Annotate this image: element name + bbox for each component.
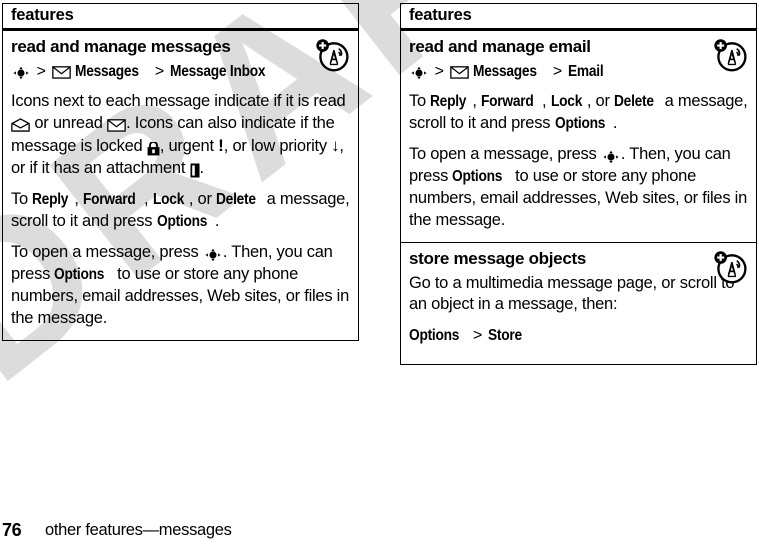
paragraph-reply-forward-email: To Reply, Forward, Lock, or Delete a mes… xyxy=(409,91,748,135)
ui-term-reply[interactable]: Reply xyxy=(32,189,68,210)
path-item-store[interactable]: Store xyxy=(488,326,522,347)
nav-key-icon xyxy=(409,65,429,81)
path-item-messages[interactable]: Messages xyxy=(75,62,139,83)
right-column: features A read and manage email > Messa… xyxy=(400,3,757,366)
page-footer: 76 other features—messages xyxy=(0,515,759,541)
attachment-icon xyxy=(190,163,200,178)
envelope-closed-icon xyxy=(107,118,126,132)
wireless-tower-badge-icon: A xyxy=(713,37,749,73)
nav-key-icon xyxy=(11,65,31,81)
features-table-right: features A read and manage email > Messa… xyxy=(400,3,757,366)
ui-term-options[interactable]: Options xyxy=(555,113,605,134)
path-item-email[interactable]: Email xyxy=(568,62,604,83)
path-separator-1: > xyxy=(434,62,444,80)
ui-term-forward[interactable]: Forward xyxy=(481,91,534,112)
ui-term-options[interactable]: Options xyxy=(157,211,207,232)
ui-term-lock[interactable]: Lock xyxy=(551,91,582,112)
paragraph-store-objects: Go to a multimedia message page, or scro… xyxy=(409,273,735,314)
menu-path-options-store: Options > Store xyxy=(409,325,748,347)
wireless-tower-badge-icon: A xyxy=(315,37,351,73)
paragraph-reply-forward: To Reply, Forward, Lock, or Delete a mes… xyxy=(11,189,350,233)
envelope-open-icon xyxy=(11,118,30,132)
path-item-message-inbox[interactable]: Message Inbox xyxy=(170,62,266,83)
envelope-icon xyxy=(51,65,71,79)
menu-path-email: > Messages > Email xyxy=(409,61,748,83)
page-number: 76 xyxy=(2,520,22,540)
path-separator-2: > xyxy=(154,62,165,80)
ui-term-options[interactable]: Options xyxy=(452,166,502,187)
table-header-left: features xyxy=(3,4,358,31)
table-header-right: features xyxy=(401,4,756,31)
svg-text:A: A xyxy=(330,52,339,65)
path-item-messages[interactable]: Messages xyxy=(473,62,537,83)
nav-key-icon xyxy=(601,149,621,165)
section-title: read and manage messages xyxy=(11,37,231,56)
arrow-down-icon: ↓ xyxy=(331,136,340,156)
path-item-options[interactable]: Options xyxy=(409,326,459,347)
ui-term-lock[interactable]: Lock xyxy=(153,189,184,210)
table-header-label: features xyxy=(11,6,74,24)
envelope-icon xyxy=(449,65,469,79)
lock-icon xyxy=(147,141,160,156)
paragraph-icons-explain: Icons next to each message indicate if i… xyxy=(11,92,346,178)
wireless-tower-badge-icon: A xyxy=(713,249,749,285)
nav-key-icon xyxy=(203,247,223,263)
section-read-manage-messages: A read and manage messages > Messages > … xyxy=(3,31,358,340)
ui-term-delete[interactable]: Delete xyxy=(614,91,654,112)
footer-title: other features—messages xyxy=(45,521,232,539)
section-read-manage-email: A read and manage email > Messages > Ema… xyxy=(401,31,756,242)
left-column: features A read and manage messages > Me… xyxy=(2,3,359,341)
paragraph-open-message-email: To open a message, press . Then, you can… xyxy=(409,145,748,230)
path-separator-1: > xyxy=(36,62,46,80)
svg-text:A: A xyxy=(728,264,737,277)
paragraph-open-message: To open a message, press . Then, you can… xyxy=(11,242,350,327)
table-header-label: features xyxy=(409,6,472,24)
svg-text:A: A xyxy=(728,52,737,65)
menu-path-message-inbox: > Messages > Message Inbox xyxy=(11,61,350,83)
manual-page: features A read and manage messages > Me… xyxy=(0,0,759,547)
ui-term-options[interactable]: Options xyxy=(54,264,104,285)
ui-term-forward[interactable]: Forward xyxy=(83,189,136,210)
section-title: read and manage email xyxy=(409,37,591,56)
ui-term-delete[interactable]: Delete xyxy=(216,189,256,210)
section-store-message-objects: A store message objects Go to a multimed… xyxy=(401,241,756,364)
section-title: store message objects xyxy=(409,248,587,268)
path-separator: > xyxy=(472,327,483,345)
ui-term-reply[interactable]: Reply xyxy=(430,91,466,112)
exclamation-icon: ! xyxy=(218,136,224,156)
path-separator-2: > xyxy=(552,62,563,80)
features-table-left: features A read and manage messages > Me… xyxy=(2,3,359,341)
